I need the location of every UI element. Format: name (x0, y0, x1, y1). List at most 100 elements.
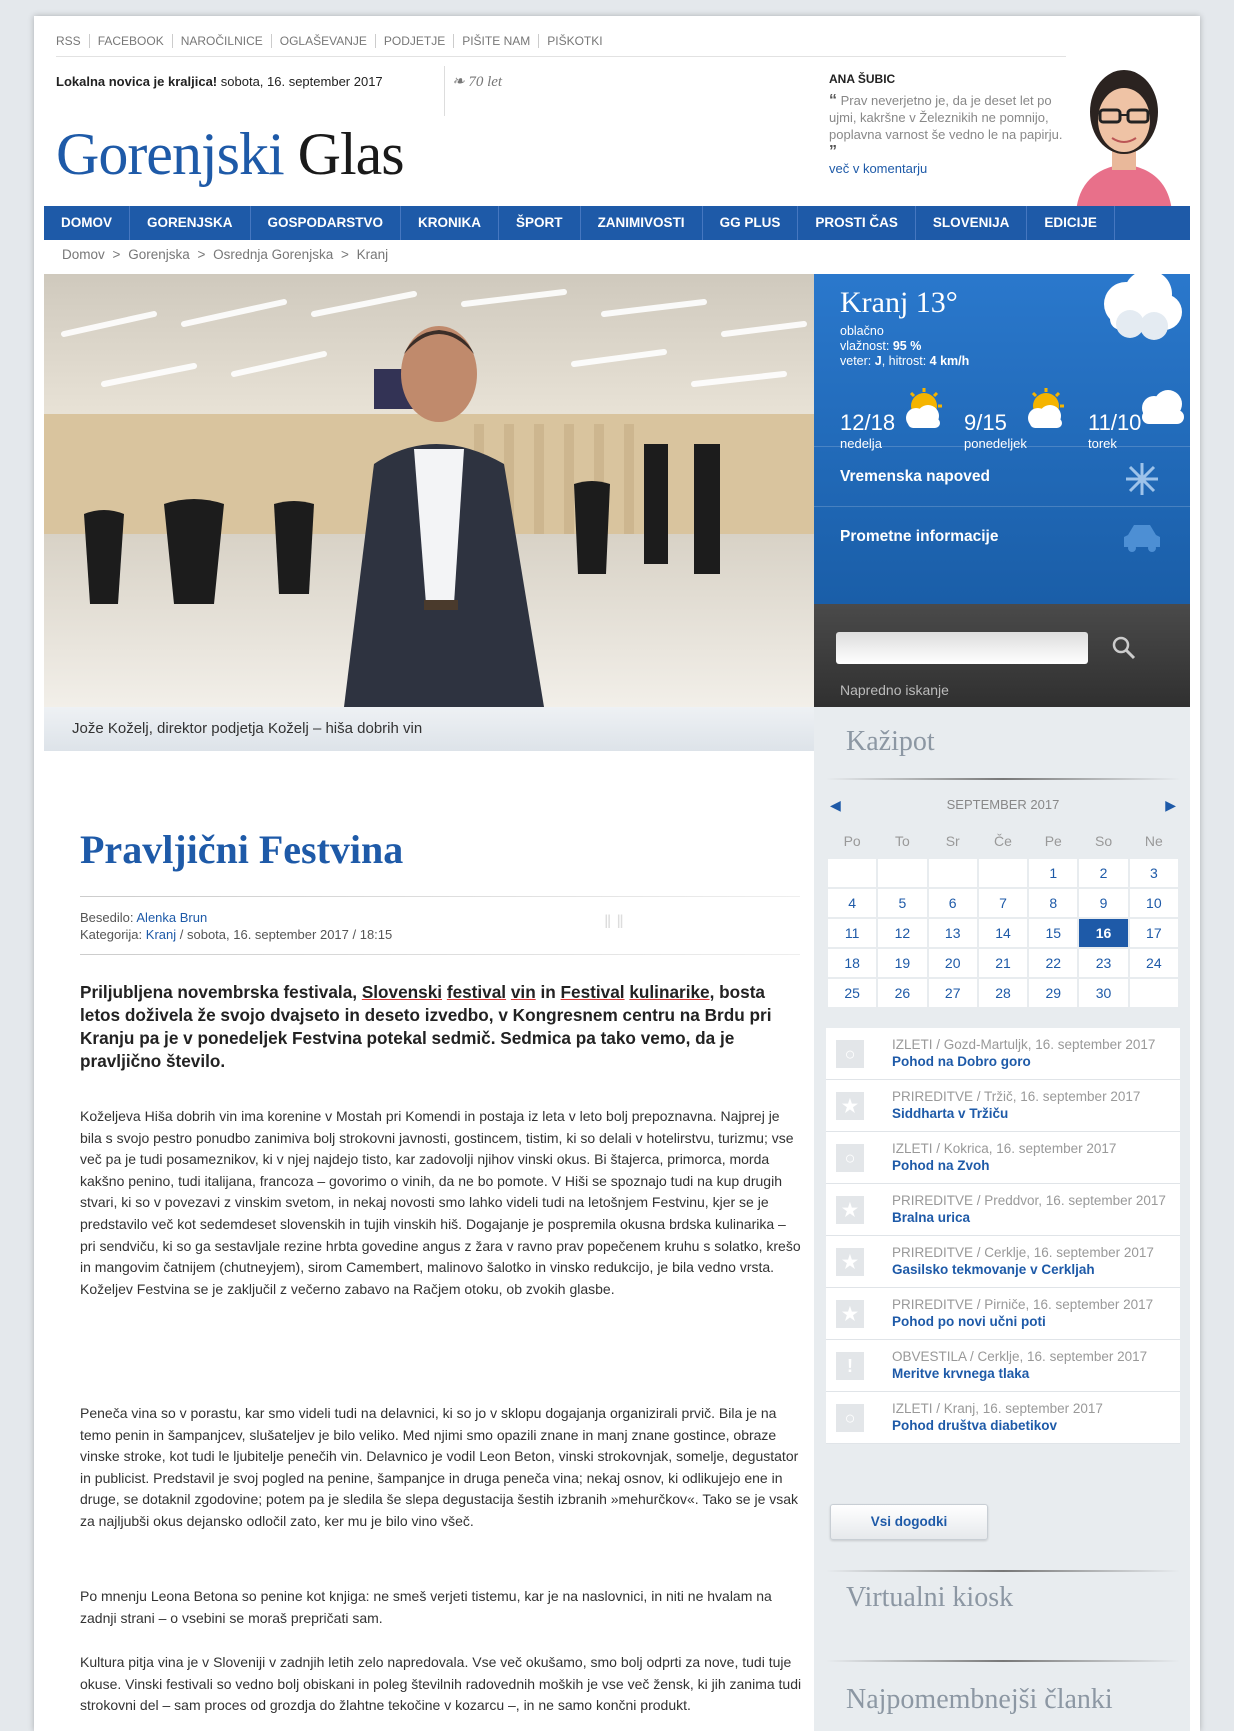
event-item[interactable]: ★ PRIREDITVE / Cerklje, 16. september 201… (826, 1236, 1180, 1288)
calendar-day[interactable]: 22 (1027, 947, 1080, 979)
calendar-day[interactable]: 10 (1127, 887, 1181, 919)
calendar-day[interactable]: 27 (926, 977, 979, 1009)
weather-forecast-link[interactable]: Vremenska napoved (814, 446, 1190, 506)
event-title[interactable]: Pohod društva diabetikov (892, 1417, 1174, 1434)
category-link[interactable]: Kranj (146, 927, 176, 942)
event-title[interactable]: Siddharta v Tržiču (892, 1105, 1174, 1122)
sidebar-divider (826, 778, 1180, 780)
nav-sport[interactable]: ŠPORT (499, 206, 581, 240)
traffic-info-label: Prometne informacije (840, 528, 999, 545)
author-link[interactable]: Alenka Brun (136, 910, 207, 925)
calendar-day[interactable]: 9 (1077, 887, 1130, 919)
weekday: So (1094, 832, 1113, 849)
nav-gg-plus[interactable]: GG PLUS (703, 206, 799, 240)
forecast-day-1[interactable]: 12/18 nedelja (840, 410, 895, 451)
toplink-facebook[interactable]: FACEBOOK (88, 34, 172, 48)
lead-link[interactable]: vin (511, 982, 536, 1002)
calendar-day[interactable]: 2 (1077, 857, 1130, 889)
calendar-day[interactable]: 18 (825, 947, 879, 979)
toplink-piskotki[interactable]: PIŠKOTKI (538, 34, 610, 48)
search-input[interactable] (836, 632, 1088, 664)
calendar-day[interactable]: 19 (876, 947, 929, 979)
nav-prosti-cas[interactable]: PROSTI ČAS (798, 206, 916, 240)
breadcrumb-gorenjska[interactable]: Gorenjska (128, 247, 190, 262)
calendar-day[interactable]: 20 (926, 947, 979, 979)
toplink-podjetje[interactable]: PODJETJE (374, 34, 453, 48)
calendar-day[interactable]: 7 (976, 887, 1030, 919)
search-icon[interactable] (1110, 634, 1138, 662)
calendar-day-today[interactable]: 16 (1077, 917, 1130, 949)
prev-month-icon[interactable]: ◀ (830, 792, 841, 818)
anniversary-badge: ❧ 70 let (452, 72, 502, 91)
event-item[interactable]: ○ IZLETI / Kranj, 16. september 2017 Pohod… (826, 1392, 1180, 1444)
event-title[interactable]: Bralna urica (892, 1209, 1174, 1226)
nav-gospodarstvo[interactable]: GOSPODARSTVO (251, 206, 402, 240)
forecast-day-2[interactable]: 9/15 ponedeljek (964, 410, 1027, 451)
breadcrumb-osrednja[interactable]: Osrednja Gorenjska (213, 247, 333, 262)
nav-domov[interactable]: DOMOV (44, 206, 131, 240)
calendar-day[interactable]: 25 (825, 977, 879, 1009)
calendar-day[interactable]: 14 (976, 917, 1030, 949)
calendar-day[interactable]: 8 (1027, 887, 1080, 919)
event-title[interactable]: Meritve krvnega tlaka (892, 1365, 1174, 1382)
calendar-day[interactable]: 17 (1127, 917, 1181, 949)
event-meta: PRIREDITVE / Pirniče, 16. september 2017 (892, 1297, 1154, 1312)
calendar-day[interactable]: 4 (825, 887, 879, 919)
lead-link[interactable]: festival (447, 982, 506, 1002)
nav-edicije[interactable]: EDICIJE (1027, 206, 1115, 240)
calendar-day[interactable]: 15 (1027, 917, 1080, 949)
breadcrumb-separator: > (197, 247, 206, 262)
logo-part2: Glas (297, 121, 405, 187)
lead-link[interactable]: kulinarike (629, 982, 709, 1002)
article-paragraph: Kultura pitja vina je v Sloveniji v zadn… (80, 1654, 802, 1714)
site-logo[interactable]: Gorenjski Glas (56, 120, 405, 189)
nav-slovenija[interactable]: SLOVENIJA (916, 206, 1028, 240)
calendar-day[interactable]: 12 (876, 917, 929, 949)
calendar-day[interactable]: 5 (876, 887, 929, 919)
event-title[interactable]: Pohod na Zvoh (892, 1157, 1174, 1174)
calendar-day[interactable]: 26 (876, 977, 929, 1009)
event-item[interactable]: ★ PRIREDITVE / Preddvor, 16. september 20… (826, 1184, 1180, 1236)
traffic-info-link[interactable]: Prometne informacije (814, 506, 1190, 566)
event-title[interactable]: Gasilsko tekmovanje v Cerkljah (892, 1261, 1174, 1278)
calendar-day[interactable]: 21 (976, 947, 1030, 979)
advanced-search-link[interactable]: Napredno iskanje (840, 682, 949, 698)
calendar-day[interactable]: 3 (1127, 857, 1181, 889)
event-item[interactable]: ○ IZLETI / Gozd-Martuljk, 16. september 2… (826, 1028, 1180, 1080)
lead-link[interactable]: Festival (561, 982, 625, 1002)
nav-zanimivosti[interactable]: ZANIMIVOSTI (581, 206, 703, 240)
event-item[interactable]: ○ IZLETI / Kokrica, 16. september 2017 Poh… (826, 1132, 1180, 1184)
nav-gorenjska[interactable]: GORENJSKA (130, 206, 251, 240)
calendar-day[interactable]: 30 (1077, 977, 1130, 1009)
toplink-rss[interactable]: RSS (56, 34, 89, 48)
nav-kronika[interactable]: KRONIKA (401, 206, 500, 240)
event-item[interactable]: ★ PRIREDITVE / Pirniče, 16. september 201… (826, 1288, 1180, 1340)
quote-close-icon: ” (829, 143, 837, 160)
circle-icon: ○ (836, 1404, 864, 1432)
toplink-oglasevanje[interactable]: OGLAŠEVANJE (270, 34, 375, 48)
calendar-header: ◀ SEPTEMBER 2017 ▶ (826, 792, 1180, 818)
calendar-day[interactable]: 6 (926, 887, 979, 919)
calendar-day[interactable]: 28 (976, 977, 1030, 1009)
calendar-day[interactable]: 24 (1127, 947, 1181, 979)
virtual-kiosk-title[interactable]: Virtualni kiosk (846, 1582, 1013, 1614)
event-item[interactable]: ★ PRIREDITVE / Tržič, 16. september 2017 S… (826, 1080, 1180, 1132)
breadcrumb-domov[interactable]: Domov (62, 247, 105, 262)
toplink-narocilnice[interactable]: NAROČILNICE (171, 34, 271, 48)
event-title[interactable]: Pohod na Dobro goro (892, 1053, 1174, 1070)
lead-link[interactable]: Slovenski (362, 982, 442, 1002)
calendar-day[interactable]: 23 (1077, 947, 1130, 979)
breadcrumb-kranj[interactable]: Kranj (357, 247, 389, 262)
calendar-day[interactable]: 29 (1027, 977, 1080, 1009)
header-date: sobota, 16. september 2017 (220, 74, 383, 89)
comment-more-link[interactable]: več v komentarju (829, 160, 1064, 177)
calendar-day[interactable]: 1 (1027, 857, 1080, 889)
all-events-button[interactable]: Vsi dogodki (830, 1504, 988, 1540)
event-item[interactable]: ! OBVESTILA / Cerklje, 16. september 2017… (826, 1340, 1180, 1392)
next-month-icon[interactable]: ▶ (1165, 792, 1176, 818)
calendar-day[interactable]: 13 (926, 917, 979, 949)
toplink-pisite-nam[interactable]: PIŠITE NAM (453, 34, 538, 48)
event-title[interactable]: Pohod po novi učni poti (892, 1313, 1174, 1330)
calendar-day[interactable]: 11 (825, 917, 879, 949)
circle-icon: ○ (836, 1040, 864, 1068)
